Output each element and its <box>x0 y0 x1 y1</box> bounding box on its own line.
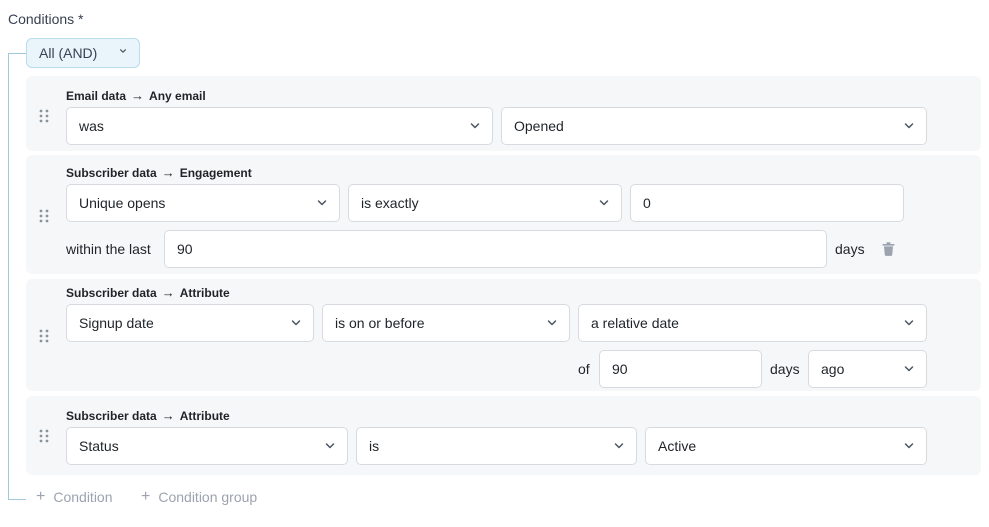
relative-days-value: 90 <box>612 361 628 377</box>
condition-source: Subscriber data <box>66 285 157 300</box>
arrow-right-icon: → <box>161 285 175 300</box>
direction-value: ago <box>821 361 845 377</box>
operator-value: is <box>369 438 380 454</box>
attribute-value: Status <box>79 438 119 454</box>
drag-handle-icon[interactable] <box>39 329 49 343</box>
condition-breadcrumb: Subscriber data → Attribute <box>66 408 230 423</box>
operator-value: is exactly <box>361 195 419 211</box>
metric-value: Unique opens <box>79 195 166 211</box>
within-days-value: 90 <box>177 241 193 257</box>
condition-target: Any email <box>149 88 206 103</box>
operator-select[interactable]: is on or before <box>322 304 570 342</box>
chevron-down-icon <box>547 320 557 326</box>
add-condition-label: Condition <box>53 489 113 505</box>
condition-target: Attribute <box>179 408 230 423</box>
condition-breadcrumb: Email data → Any email <box>66 88 206 103</box>
group-logic-select[interactable]: All (AND) <box>26 38 140 68</box>
event-verb-select[interactable]: was <box>66 107 493 145</box>
status-value: Active <box>658 438 697 454</box>
days-label: days <box>835 241 865 257</box>
add-condition-button[interactable]: + Condition <box>36 488 113 506</box>
operator-select[interactable]: is exactly <box>348 184 622 222</box>
chevron-down-icon <box>904 123 914 129</box>
attribute-value: Signup date <box>79 315 154 331</box>
condition-row: Subscriber data → Engagement Unique open… <box>26 155 981 274</box>
chevron-down-icon <box>291 320 301 326</box>
tree-connector-bottom <box>8 499 26 500</box>
chevron-down-icon <box>325 443 335 449</box>
value-input[interactable]: 0 <box>630 184 904 222</box>
chevron-down-icon <box>119 47 127 58</box>
drag-handle-icon[interactable] <box>39 429 49 443</box>
chevron-down-icon <box>599 200 609 206</box>
operator-select[interactable]: is <box>356 427 637 465</box>
of-label: of <box>578 361 590 377</box>
condition-source: Subscriber data <box>66 165 157 180</box>
chevron-down-icon <box>470 123 480 129</box>
chevron-down-icon <box>317 200 327 206</box>
attribute-select[interactable]: Status <box>66 427 348 465</box>
attribute-select[interactable]: Signup date <box>66 304 314 342</box>
chevron-down-icon <box>904 320 914 326</box>
condition-breadcrumb: Subscriber data → Attribute <box>66 285 230 300</box>
direction-select[interactable]: ago <box>808 350 927 388</box>
status-value-select[interactable]: Active <box>645 427 927 465</box>
condition-row: Subscriber data → Attribute Signup date … <box>26 279 981 391</box>
trash-icon[interactable] <box>882 242 895 256</box>
plus-icon: + <box>36 488 46 505</box>
tree-connector-line <box>8 53 9 500</box>
chevron-down-icon <box>904 443 914 449</box>
value-input-text: 0 <box>643 195 651 211</box>
group-logic-label: All (AND) <box>39 45 98 61</box>
event-verb-value: was <box>79 118 104 134</box>
chevron-down-icon <box>614 443 624 449</box>
condition-row: Subscriber data → Attribute Status is Ac… <box>26 396 981 475</box>
condition-row: Email data → Any email was Opened <box>26 76 981 151</box>
days-label: days <box>770 361 800 377</box>
drag-handle-icon[interactable] <box>39 109 49 123</box>
tree-connector-top <box>8 53 26 54</box>
arrow-right-icon: → <box>161 408 175 423</box>
add-condition-group-label: Condition group <box>158 489 258 505</box>
condition-breadcrumb: Subscriber data → Engagement <box>66 165 252 180</box>
date-type-select[interactable]: a relative date <box>578 304 927 342</box>
within-label: within the last <box>66 241 151 257</box>
within-days-input[interactable]: 90 <box>164 230 827 268</box>
operator-value: is on or before <box>335 315 425 331</box>
event-type-select[interactable]: Opened <box>501 107 927 145</box>
add-condition-group-button[interactable]: + Condition group <box>141 488 258 506</box>
condition-source: Email data <box>66 88 127 103</box>
arrow-right-icon: → <box>161 165 175 180</box>
condition-target: Attribute <box>179 285 230 300</box>
metric-select[interactable]: Unique opens <box>66 184 340 222</box>
chevron-down-icon <box>904 366 914 372</box>
date-type-value: a relative date <box>591 315 679 331</box>
event-type-value: Opened <box>514 118 564 134</box>
condition-source: Subscriber data <box>66 408 157 423</box>
plus-icon: + <box>141 488 151 505</box>
conditions-title: Conditions * <box>8 11 84 27</box>
condition-target: Engagement <box>179 165 252 180</box>
relative-days-input[interactable]: 90 <box>599 350 762 388</box>
arrow-right-icon: → <box>131 88 145 103</box>
drag-handle-icon[interactable] <box>39 209 49 223</box>
